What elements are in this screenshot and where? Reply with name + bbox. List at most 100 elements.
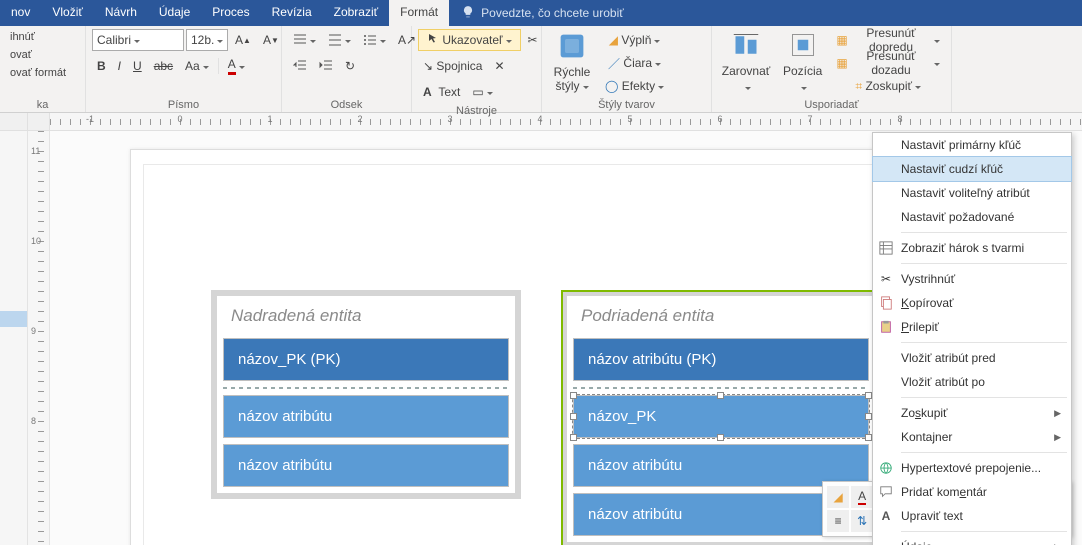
entity-child-fk-selected[interactable]: názov_PK xyxy=(573,395,869,438)
menu-set-primary-key[interactable]: Nastaviť primárny kľúč xyxy=(873,133,1071,157)
resize-handle-n[interactable] xyxy=(717,392,724,399)
menu-insert-attr-before[interactable]: Vložiť atribút pred xyxy=(873,346,1071,370)
bullets-button[interactable] xyxy=(358,29,391,51)
tab-udaje[interactable]: Údaje xyxy=(148,0,201,26)
menu-data[interactable]: Údaje▶ xyxy=(873,535,1071,545)
resize-handle-nw[interactable] xyxy=(570,392,577,399)
menu-set-required[interactable]: Nastaviť požadované xyxy=(873,205,1071,229)
italic-button[interactable]: I xyxy=(113,55,126,77)
resize-handle-w[interactable] xyxy=(570,413,577,420)
mini-fill-button[interactable]: ◢ xyxy=(827,486,849,508)
shapes-panel[interactable] xyxy=(0,131,28,545)
cut-button[interactable]: ihnúť xyxy=(6,29,70,45)
tab-bar: nov Vložiť Návrh Údaje Proces Revízia Zo… xyxy=(0,0,1082,26)
group-button[interactable]: ⌗ Zoskupiť xyxy=(831,75,945,97)
connection-point-button[interactable]: ✕ xyxy=(489,55,509,77)
tab-vlozit[interactable]: Vložiť xyxy=(41,0,94,26)
menu-set-optional-attr[interactable]: Nastaviť voliteľný atribút xyxy=(873,181,1071,205)
copy-button[interactable]: ovať xyxy=(6,47,70,63)
comment-icon xyxy=(878,484,894,500)
mini-align-button[interactable]: ≡ xyxy=(827,510,849,532)
align-horizontal-button[interactable] xyxy=(288,29,321,51)
entity-parent[interactable]: Nadradená entita názov_PK (PK) názov atr… xyxy=(211,290,521,499)
shapesheet-icon xyxy=(878,240,894,256)
connector-icon: ↘ xyxy=(423,59,433,73)
resize-handle-s[interactable] xyxy=(717,434,724,441)
increase-font-button[interactable]: A▲ xyxy=(230,29,256,51)
hyperlink-icon xyxy=(878,460,894,476)
menu-show-shapesheet[interactable]: Zobraziť hárok s tvarmi xyxy=(873,236,1071,260)
entity-parent-attr2[interactable]: názov atribútu xyxy=(223,444,509,487)
tab-revizia[interactable]: Revízia xyxy=(261,0,323,26)
decrease-indent-button[interactable] xyxy=(288,55,312,77)
resize-handle-ne[interactable] xyxy=(865,392,872,399)
menu-set-foreign-key[interactable]: Nastaviť cudzí kľúč xyxy=(873,157,1071,181)
resize-handle-se[interactable] xyxy=(865,434,872,441)
drawing-canvas[interactable]: Nadradená entita názov_PK (PK) názov atr… xyxy=(50,131,1082,545)
mini-font-color-button[interactable]: A xyxy=(851,486,873,508)
tab-proces[interactable]: Proces xyxy=(201,0,260,26)
ribbon: ihnúť ovať ovať formát ka Calibri 12b. A… xyxy=(0,26,1082,113)
menu-hyperlink[interactable]: Hypertextové prepojenie... xyxy=(873,456,1071,480)
menu-insert-attr-after[interactable]: Vložiť atribút po xyxy=(873,370,1071,394)
shape-fill-button[interactable]: ◢ Výplň xyxy=(600,29,669,51)
menu-edit-text[interactable]: A Upraviť text xyxy=(873,504,1071,528)
menu-group[interactable]: Zoskupiť▶ xyxy=(873,401,1071,425)
shape-effects-button[interactable]: ◯ Efekty xyxy=(600,75,669,97)
quick-styles-button[interactable]: Rýchleštýly xyxy=(548,29,596,95)
rotate-text-button[interactable]: ↻ xyxy=(340,55,360,77)
rectangle-tool-button[interactable]: ▭ xyxy=(467,81,497,103)
strikethrough-button[interactable]: abc xyxy=(149,55,178,77)
font-name-dropdown[interactable]: Calibri xyxy=(92,29,184,51)
align-button[interactable]: Zarovnať xyxy=(718,29,774,95)
entity-parent-pk[interactable]: názov_PK (PK) xyxy=(223,338,509,381)
quick-styles-icon xyxy=(558,32,586,63)
menu-container[interactable]: Kontajner▶ xyxy=(873,425,1071,449)
scissors-icon: ✂ xyxy=(878,271,894,287)
context-menu: Nastaviť primárny kľúč Nastaviť cudzí kľ… xyxy=(872,132,1072,545)
menu-paste[interactable]: Prilepiť xyxy=(873,315,1071,339)
text-icon: A xyxy=(878,508,894,524)
text-tool-button[interactable]: A Text xyxy=(418,81,465,103)
ribbon-group-arrange-label: Usporiadať xyxy=(718,97,945,111)
position-button[interactable]: Pozícia xyxy=(778,29,827,95)
entity-child-separator xyxy=(573,387,869,389)
entity-parent-attr1[interactable]: názov atribútu xyxy=(223,395,509,438)
ribbon-group-font: Calibri 12b. A▲ A▼ B I U abc Aa A Písmo xyxy=(86,26,282,112)
entity-child-title[interactable]: Podriadená entita xyxy=(567,296,875,332)
shape-line-button[interactable]: ／ Čiara xyxy=(600,52,669,74)
increase-indent-button[interactable] xyxy=(314,55,338,77)
format-painter-button[interactable]: ovať formát xyxy=(6,65,70,81)
menu-add-comment[interactable]: Pridať komentár xyxy=(873,480,1071,504)
bold-button[interactable]: B xyxy=(92,55,111,77)
menu-copy[interactable]: Kopírovať xyxy=(873,291,1071,315)
underline-button[interactable]: U xyxy=(128,55,147,77)
menu-cut[interactable]: ✂ Vystrihnúť xyxy=(873,267,1071,291)
change-case-button[interactable]: Aa xyxy=(180,55,214,77)
tab-zobrazit[interactable]: Zobraziť xyxy=(323,0,390,26)
bring-forward-button[interactable]: ▦ Presunúť dopredu xyxy=(831,29,945,51)
vertical-ruler[interactable]: 11 10 9 8 xyxy=(28,131,50,545)
entity-parent-title[interactable]: Nadradená entita xyxy=(217,296,515,332)
tell-me-search[interactable]: Povedzte, čo chcete urobiť xyxy=(449,0,636,26)
cut-tool-button[interactable]: ✂ xyxy=(523,29,543,51)
align-vertical-button[interactable] xyxy=(323,29,356,51)
horizontal-ruler[interactable]: -1 0 1 2 3 4 5 6 7 8 xyxy=(50,113,1082,130)
connector-tool-button[interactable]: ↘ Spojnica xyxy=(418,55,487,77)
decrease-font-button[interactable]: A▼ xyxy=(258,29,284,51)
ribbon-group-clipboard-label: ka xyxy=(6,97,79,111)
entity-child-pk[interactable]: názov atribútu (PK) xyxy=(573,338,869,381)
resize-handle-e[interactable] xyxy=(865,413,872,420)
tab-navrh[interactable]: Návrh xyxy=(94,0,148,26)
tab-nov[interactable]: nov xyxy=(0,0,41,26)
tell-me-text: Povedzte, čo chcete urobiť xyxy=(481,6,624,20)
tab-format[interactable]: Formát xyxy=(389,0,449,26)
mini-autoconnect-button[interactable]: ⇅ xyxy=(851,510,873,532)
ribbon-group-tools: Ukazovateľ ✂ ↘ Spojnica ✕ A Text ▭ Nástr… xyxy=(412,26,542,112)
font-color-button[interactable]: A xyxy=(223,55,250,77)
resize-handle-sw[interactable] xyxy=(570,434,577,441)
group-icon: ⌗ xyxy=(855,79,862,94)
send-backward-button[interactable]: ▦ Presunúť dozadu xyxy=(831,52,945,74)
pointer-tool-button[interactable]: Ukazovateľ xyxy=(418,29,521,51)
font-size-dropdown[interactable]: 12b. xyxy=(186,29,228,51)
